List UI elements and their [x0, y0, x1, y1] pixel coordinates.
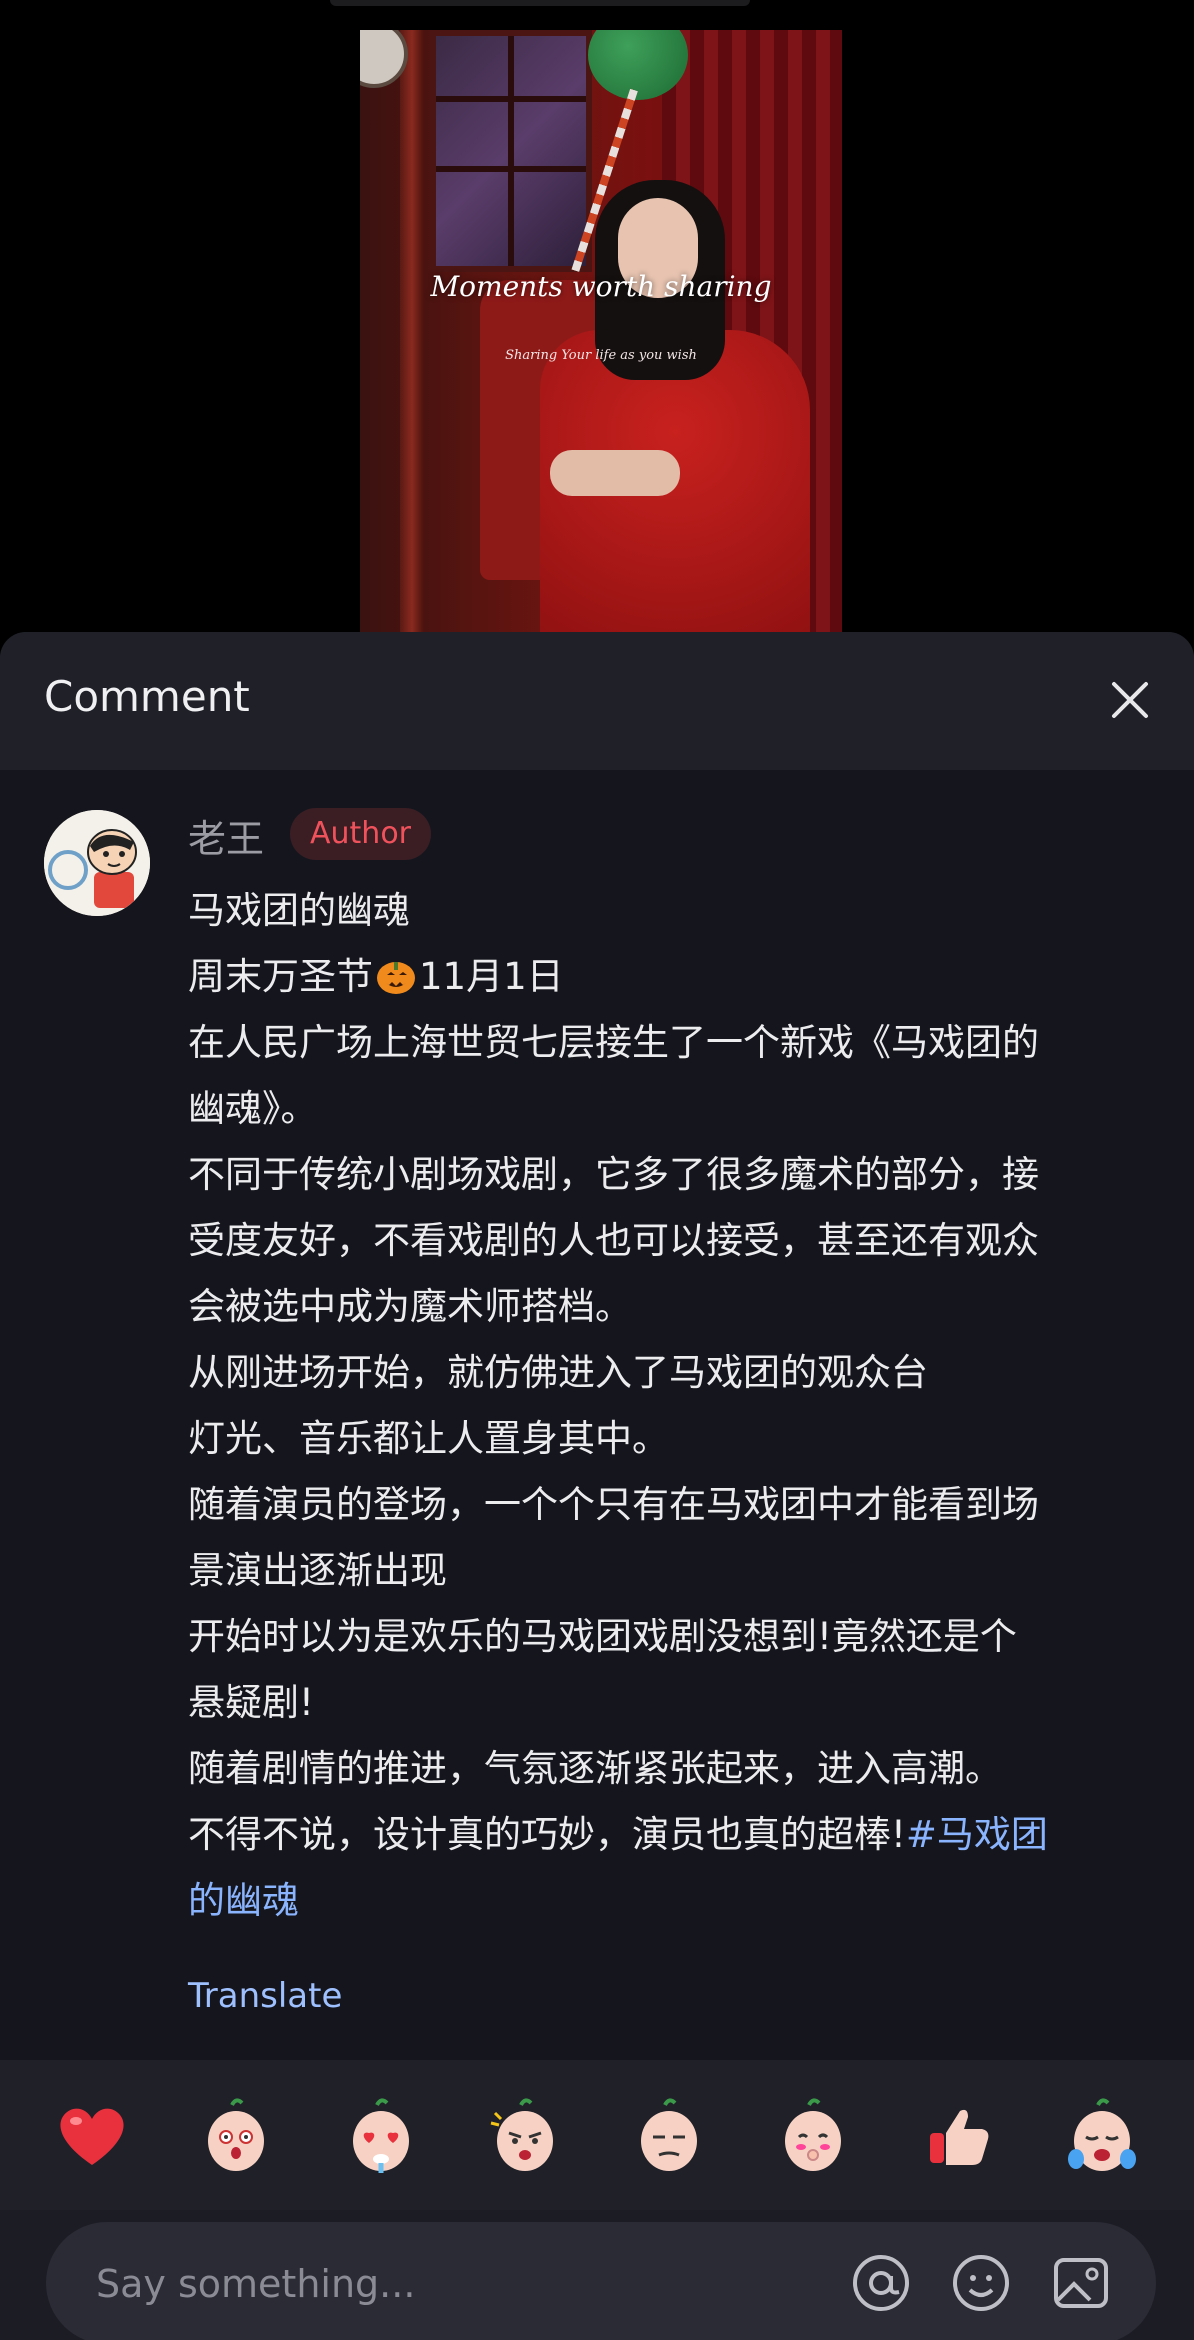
at-icon[interactable] — [850, 2252, 912, 2314]
crying-emoji-icon[interactable] — [1060, 2093, 1144, 2177]
comment-line: 在人民广场上海世贸七层接生了一个新戏《马戏团的 — [188, 1021, 1039, 1064]
comment-line: 幽魂》。 — [188, 1087, 318, 1130]
translate-link[interactable]: Translate — [188, 1976, 342, 2016]
comment-line: 受度友好，不看戏剧的人也可以接受，甚至还有观众 — [188, 1219, 1039, 1262]
comment-input-row — [46, 2222, 1156, 2340]
video-overlay-subtitle: Sharing Your life as you wish — [505, 348, 697, 363]
sheet-header: Comment — [0, 632, 1194, 770]
comment-text: 马戏团的幽魂 周末万圣节 11月1日 在人民广场上海世贸七层接生了一个新戏《马戏团… — [188, 878, 1168, 1934]
comment-line: 周末万圣节 11月1日 — [188, 944, 1168, 1010]
avatar-cartoon-icon — [44, 810, 150, 916]
comment-line: 开始时以为是欢乐的马戏团戏剧没想到!竟然还是个 — [188, 1615, 1017, 1658]
video-overlay-title: Moments worth sharing — [430, 270, 772, 303]
comment-line: 景演出逐渐出现 — [188, 1549, 447, 1592]
comment-line-date: 11月1日 — [419, 955, 564, 998]
comment-line: 会被选中成为魔术师搭档。 — [188, 1285, 632, 1328]
comment-line: 不得不说，设计真的巧妙，演员也真的超棒!#马戏团 — [188, 1802, 1168, 1868]
shocked-emoji-icon[interactable] — [194, 2093, 278, 2177]
comment-line: 悬疑剧! — [188, 1681, 314, 1724]
comment-body: 老王 Author 马戏团的幽魂 周末万圣节 11月1日 在人民广场上海世贸七层接… — [0, 770, 1194, 2060]
hashtag-link-continued[interactable]: 的幽魂 — [188, 1868, 1168, 1934]
pumpkin-icon — [377, 962, 415, 994]
image-icon[interactable] — [1050, 2252, 1112, 2314]
video-arm-decor — [550, 450, 680, 496]
emoji-bar — [0, 2060, 1194, 2210]
hashtag-link[interactable]: #马戏团 — [906, 1813, 1048, 1856]
smirk-emoji-icon[interactable] — [627, 2093, 711, 2177]
comment-line-text: 不得不说，设计真的巧妙，演员也真的超棒! — [188, 1813, 906, 1856]
comment-input[interactable] — [94, 2222, 798, 2340]
video-window-decor — [430, 30, 592, 272]
avatar[interactable] — [44, 810, 150, 916]
heart-eyes-emoji-icon[interactable] — [339, 2093, 423, 2177]
sheet-title: Comment — [44, 672, 250, 721]
heart-emoji-icon[interactable] — [50, 2093, 134, 2177]
comment-sheet: Comment 老王 Author 马戏团的幽魂 周末万圣节 11月1日 在人民广… — [0, 632, 1194, 2340]
close-icon[interactable] — [1102, 672, 1158, 728]
comment-line: 马戏团的幽魂 — [188, 889, 410, 932]
shy-emoji-icon[interactable] — [771, 2093, 855, 2177]
comment-line: 不同于传统小剧场戏剧，它多了很多魔术的部分，接 — [188, 1153, 1039, 1196]
comment-line: 从刚进场开始，就仿佛进入了马戏团的观众台 — [188, 1351, 928, 1394]
username[interactable]: 老王 — [188, 808, 264, 863]
smile-icon[interactable] — [950, 2252, 1012, 2314]
status-notch — [330, 0, 750, 6]
comment-line-text: 周末万圣节 — [188, 955, 373, 998]
author-badge: Author — [290, 808, 432, 860]
comment-line: 随着剧情的推进，气氛逐渐紧张起来，进入高潮。 — [188, 1747, 1002, 1790]
thumbs-up-emoji-icon[interactable] — [916, 2093, 1000, 2177]
comment-line: 灯光、音乐都让人置身其中。 — [188, 1417, 669, 1460]
video-frame[interactable]: Moments worth sharing Sharing Your life … — [360, 30, 842, 662]
video-area[interactable]: Moments worth sharing Sharing Your life … — [0, 0, 1194, 662]
video-pillar-decor — [400, 30, 424, 662]
comment-line: 随着演员的登场，一个个只有在马戏团中才能看到场 — [188, 1483, 1039, 1526]
angry-emoji-icon[interactable] — [483, 2093, 567, 2177]
